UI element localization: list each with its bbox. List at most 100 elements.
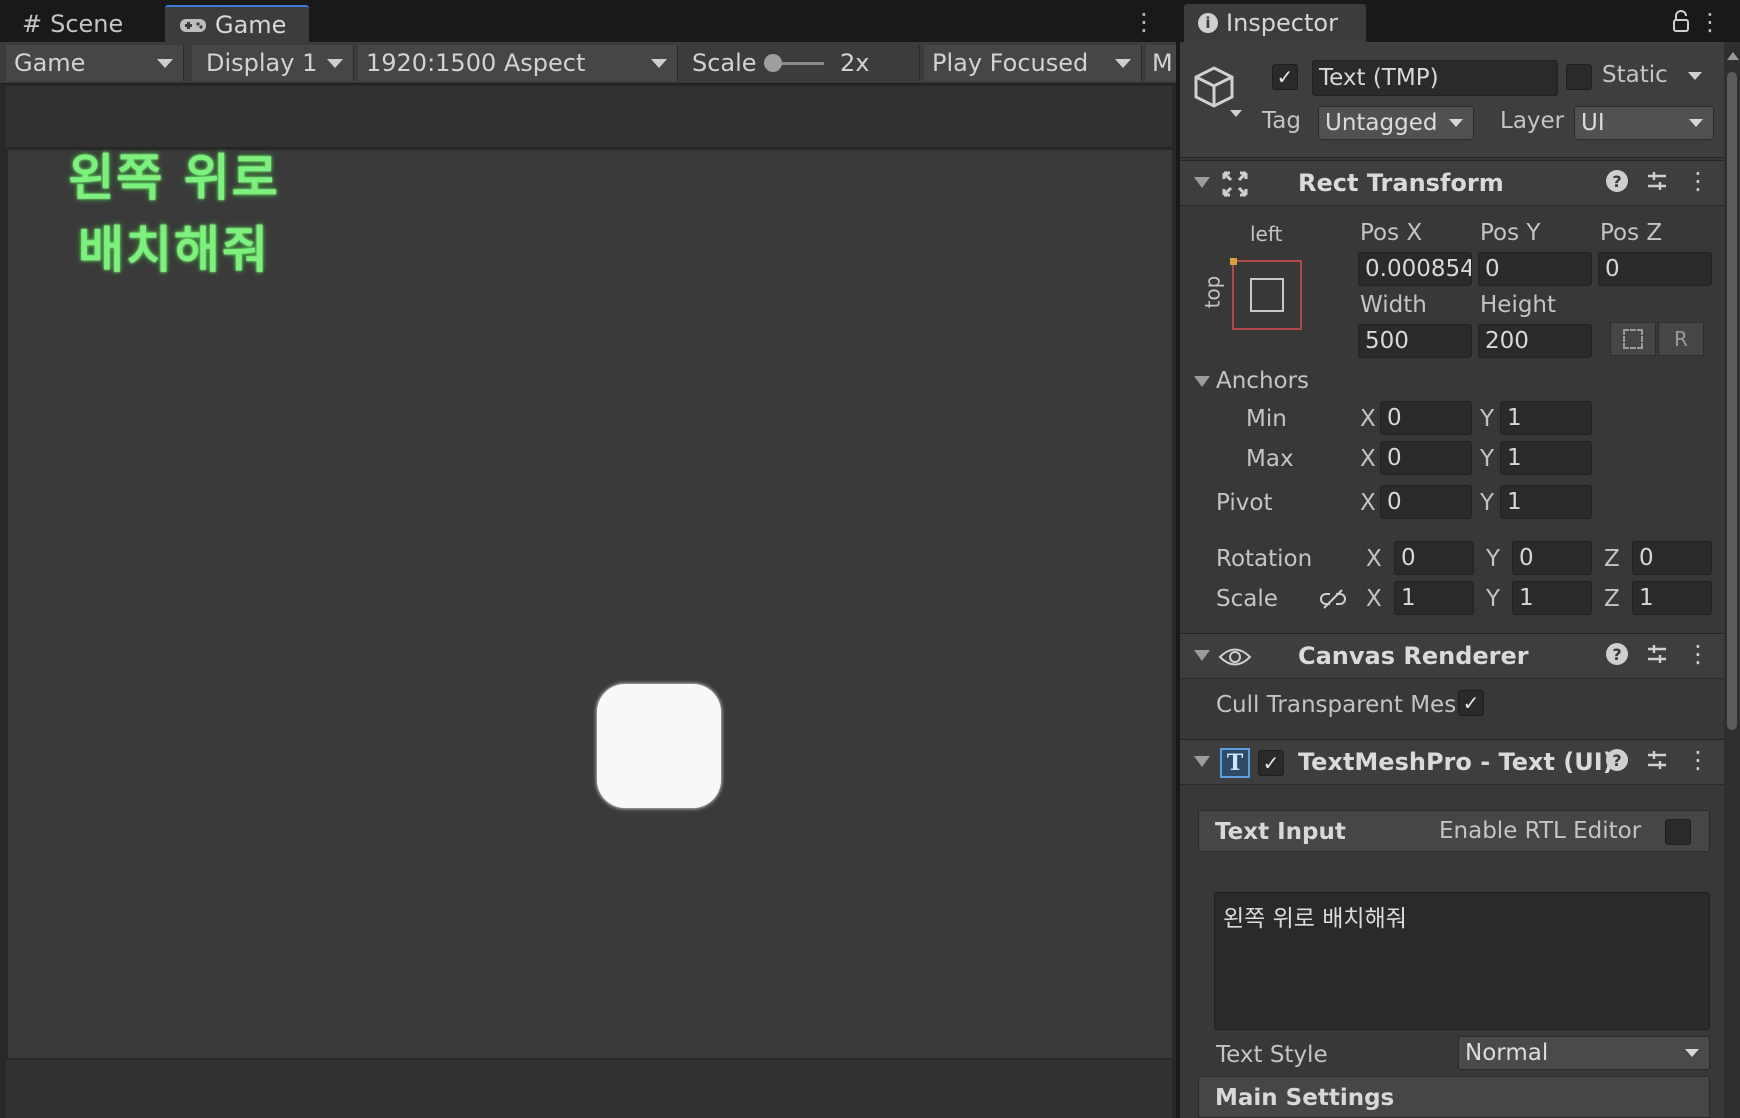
cube-icon[interactable] <box>1192 62 1244 120</box>
view-mode-dropdown[interactable]: Game <box>6 45 184 81</box>
layer-label: Layer <box>1500 108 1565 134</box>
blueprint-mode-button[interactable] <box>1610 322 1656 356</box>
anchor-min-y-field[interactable]: 1 <box>1500 401 1592 435</box>
chevron-down-icon <box>1689 119 1703 127</box>
kebab-menu-icon[interactable]: ⋮ <box>1132 8 1156 36</box>
text-input-value: 왼쪽 위로 배치해줘 <box>1223 906 1407 932</box>
anchor-min-x-field[interactable]: 0 <box>1380 401 1472 435</box>
play-mode-value: Play Focused <box>932 49 1089 77</box>
pos-x-field[interactable]: 0.000854 <box>1358 252 1472 286</box>
width-field[interactable]: 500 <box>1358 324 1472 358</box>
view-mode-value: Game <box>14 49 86 77</box>
tmp-enabled-toggle[interactable]: ✓ <box>1258 750 1284 776</box>
pivot-x-field[interactable]: 0 <box>1380 485 1472 519</box>
chevron-down-icon <box>157 59 173 68</box>
fold-arrow-icon[interactable] <box>1194 376 1210 387</box>
kebab-menu-icon[interactable]: ⋮ <box>1686 169 1710 193</box>
axis-z-label: Z <box>1604 586 1620 612</box>
anchor-dot <box>1230 258 1237 265</box>
anchor-min-label: Min <box>1246 406 1287 432</box>
inspector-tabbar: i Inspector ⋮ <box>1180 0 1740 42</box>
rotation-x-field[interactable]: 0 <box>1394 541 1474 575</box>
anchor-max-x-field[interactable]: 0 <box>1380 441 1472 475</box>
play-mode-dropdown[interactable]: Play Focused <box>924 45 1142 81</box>
pos-z-field[interactable]: 0 <box>1598 252 1712 286</box>
pos-y-label: Pos Y <box>1480 220 1541 246</box>
kebab-menu-icon[interactable]: ⋮ <box>1686 748 1710 772</box>
tmp-header[interactable]: T ✓ TextMeshPro - Text (UI) ? ⋮ <box>1180 739 1724 785</box>
game-ui-text: 왼쪽 위로 배치해줘 <box>44 142 304 286</box>
tab-game[interactable]: Game <box>165 5 309 42</box>
fold-arrow-icon[interactable] <box>1194 177 1210 188</box>
display-value: Display 1 <box>206 49 318 77</box>
lock-icon[interactable] <box>1672 10 1690 32</box>
axis-x-label: X <box>1366 546 1382 572</box>
gameobject-header: ✓ Text (TMP) Static Tag Untagged Layer U… <box>1180 42 1724 158</box>
tab-inspector[interactable]: i Inspector <box>1184 4 1366 42</box>
inspector-scrollbar[interactable] <box>1724 42 1740 1118</box>
help-icon[interactable]: ? <box>1606 749 1628 771</box>
scroll-up-arrow-icon[interactable] <box>1727 52 1739 60</box>
help-icon[interactable]: ? <box>1606 170 1628 192</box>
tab-game-label: Game <box>215 10 287 39</box>
presets-icon[interactable] <box>1646 749 1668 771</box>
text-input-area[interactable]: 왼쪽 위로 배치해줘 <box>1214 892 1710 1030</box>
height-field[interactable]: 200 <box>1478 324 1592 358</box>
overflow-label: M <box>1152 49 1173 77</box>
tmp-text-icon: T <box>1220 748 1250 778</box>
scroll-thumb[interactable] <box>1727 72 1737 730</box>
scale-slider-handle[interactable] <box>764 54 782 72</box>
aspect-dropdown[interactable]: 1920:1500 Aspect <box>358 45 678 81</box>
tab-scene[interactable]: # Scene <box>8 5 137 42</box>
active-toggle[interactable]: ✓ <box>1272 64 1298 90</box>
game-letterbox-top <box>6 86 1172 148</box>
anchor-preset-button[interactable] <box>1230 258 1302 330</box>
game-viewport[interactable]: 왼쪽 위로 배치해줘 <box>8 149 1172 1058</box>
main-settings-label: Main Settings <box>1215 1085 1395 1111</box>
chevron-down-icon[interactable] <box>1688 72 1702 80</box>
kebab-menu-icon[interactable]: ⋮ <box>1686 642 1710 666</box>
object-name-field[interactable]: Text (TMP) <box>1312 60 1558 96</box>
help-icon[interactable]: ? <box>1606 643 1628 665</box>
presets-icon[interactable] <box>1646 170 1668 192</box>
anchor-v-label: top <box>1200 275 1225 309</box>
raw-edit-label: R <box>1674 327 1688 351</box>
rotation-z-field[interactable]: 0 <box>1632 541 1712 575</box>
rect-transform-header[interactable]: Rect Transform ? ⋮ <box>1180 160 1724 206</box>
info-icon: i <box>1198 13 1218 33</box>
rotation-y-field[interactable]: 0 <box>1512 541 1592 575</box>
presets-icon[interactable] <box>1646 643 1668 665</box>
anchor-max-y-field[interactable]: 1 <box>1500 441 1592 475</box>
kebab-menu-icon[interactable]: ⋮ <box>1698 8 1722 36</box>
chevron-down-icon <box>1115 59 1131 68</box>
axis-x-label: X <box>1366 586 1382 612</box>
pivot-y-field[interactable]: 1 <box>1500 485 1592 519</box>
raw-edit-button[interactable]: R <box>1658 322 1704 356</box>
overflow-menu[interactable]: M <box>1146 45 1176 81</box>
scale-y-field[interactable]: 1 <box>1512 581 1592 615</box>
text-style-dropdown[interactable]: Normal <box>1458 1036 1710 1070</box>
height-label: Height <box>1480 292 1557 318</box>
constrain-proportions-icon[interactable] <box>1320 588 1346 610</box>
scale-z-field[interactable]: 1 <box>1632 581 1712 615</box>
game-letterbox-bottom <box>6 1060 1172 1118</box>
rtl-editor-toggle[interactable] <box>1665 819 1691 845</box>
pos-x-label: Pos X <box>1360 220 1423 246</box>
canvas-renderer-header[interactable]: Canvas Renderer ? ⋮ <box>1180 633 1724 679</box>
rtl-editor-label: Enable RTL Editor <box>1439 818 1642 844</box>
static-toggle[interactable] <box>1566 64 1592 90</box>
cull-transparent-toggle[interactable]: ✓ <box>1458 690 1484 716</box>
tag-dropdown[interactable]: Untagged <box>1318 106 1474 140</box>
fold-arrow-icon[interactable] <box>1194 756 1210 767</box>
layer-dropdown[interactable]: UI <box>1574 106 1714 140</box>
chevron-down-icon <box>651 59 667 68</box>
tab-scene-label: Scene <box>50 9 124 38</box>
display-dropdown[interactable]: Display 1 <box>192 45 354 81</box>
scale-x-field[interactable]: 1 <box>1394 581 1474 615</box>
fold-arrow-icon[interactable] <box>1194 650 1210 661</box>
blueprint-icon <box>1623 329 1643 349</box>
game-toolbar: Game Display 1 1920:1500 Aspect Scale 2x… <box>0 42 1176 84</box>
main-settings-section-header[interactable]: Main Settings <box>1198 1076 1710 1118</box>
pos-y-field[interactable]: 0 <box>1478 252 1592 286</box>
component-buttons: ? ⋮ <box>1606 748 1710 772</box>
